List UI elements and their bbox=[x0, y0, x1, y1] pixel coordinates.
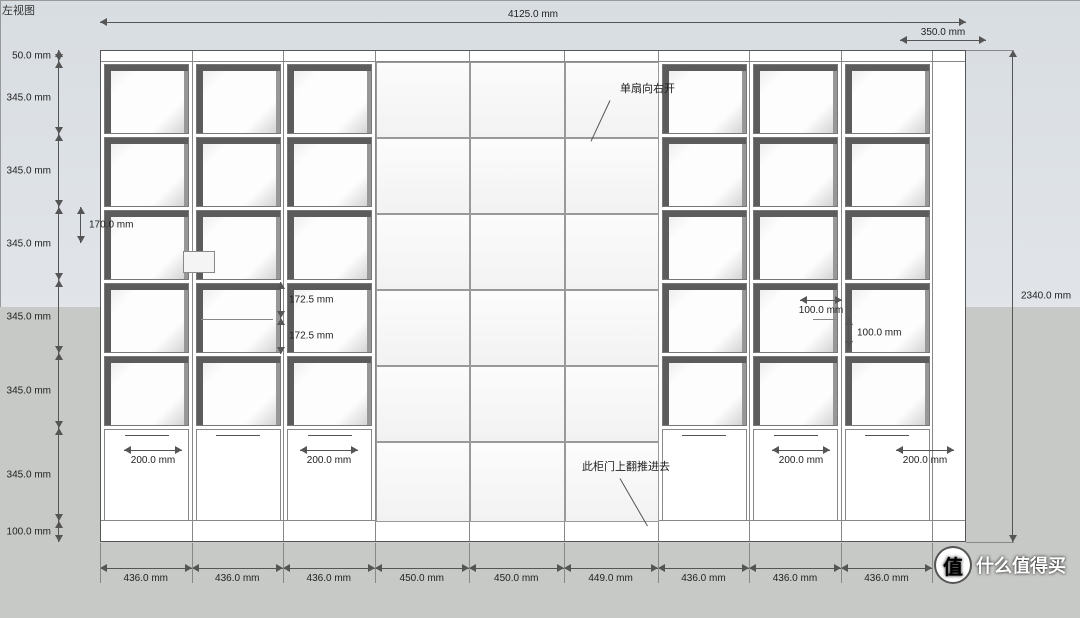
shelf-cell bbox=[753, 283, 838, 353]
shelf-cell bbox=[845, 64, 930, 134]
ext-line bbox=[658, 543, 659, 583]
shelf-cell bbox=[287, 210, 372, 280]
small-shelf-line bbox=[813, 319, 837, 320]
shelf-cell bbox=[845, 283, 930, 353]
drawer bbox=[662, 429, 747, 521]
shelf-cell bbox=[753, 356, 838, 426]
door-panel bbox=[565, 62, 659, 138]
shelf-cell bbox=[287, 137, 372, 207]
shelf-cell bbox=[287, 356, 372, 426]
shelf-cell bbox=[104, 283, 189, 353]
door-panel bbox=[565, 442, 659, 522]
annotation-flip-up-door: 此柜门上翻推进去 bbox=[582, 458, 670, 474]
ext-line bbox=[375, 543, 376, 583]
watermark: 值 什么值得买 bbox=[936, 548, 1066, 582]
cabinet bbox=[100, 50, 966, 542]
shelf-cell bbox=[104, 137, 189, 207]
door-panel bbox=[470, 366, 565, 442]
shelf-cell bbox=[753, 210, 838, 280]
shelf-cell bbox=[104, 64, 189, 134]
door-panel bbox=[470, 214, 565, 290]
door-panel bbox=[376, 138, 471, 214]
ext-line bbox=[564, 543, 565, 583]
shelf-cell bbox=[662, 283, 747, 353]
ext-line bbox=[469, 543, 470, 583]
shelf-cell bbox=[753, 137, 838, 207]
ext-line bbox=[749, 543, 750, 583]
ext-line bbox=[192, 543, 193, 583]
ext-line bbox=[841, 543, 842, 583]
ext-line bbox=[966, 542, 1014, 543]
annotation-door-single-right: 单扇向右开 bbox=[620, 80, 675, 96]
half-shelf-line bbox=[201, 319, 273, 320]
watermark-logo-icon: 值 bbox=[936, 548, 970, 582]
door-panel bbox=[470, 138, 565, 214]
door-panel bbox=[565, 138, 659, 214]
shelf-cell bbox=[662, 64, 747, 134]
shelf-cell bbox=[196, 356, 281, 426]
shelf-cell bbox=[845, 210, 930, 280]
door-panel bbox=[565, 214, 659, 290]
shelf-cell bbox=[753, 64, 838, 134]
shelf-cell bbox=[196, 283, 281, 353]
view-label: 左视图 bbox=[2, 2, 35, 18]
ext-line bbox=[100, 543, 101, 583]
shelf-cell bbox=[662, 356, 747, 426]
shelf-cell bbox=[287, 283, 372, 353]
drawer bbox=[287, 429, 372, 521]
door-panel bbox=[565, 290, 659, 366]
shelf-cell bbox=[196, 64, 281, 134]
ext-line bbox=[283, 543, 284, 583]
drawer bbox=[196, 429, 281, 521]
shelf-cell bbox=[104, 356, 189, 426]
door-panel bbox=[376, 62, 471, 138]
drawer bbox=[753, 429, 838, 521]
drawer bbox=[845, 429, 930, 521]
watermark-text: 什么值得买 bbox=[976, 552, 1066, 578]
shelf-cell bbox=[845, 356, 930, 426]
door-panel bbox=[565, 366, 659, 442]
shelf-cell bbox=[845, 137, 930, 207]
shelf-cell bbox=[104, 210, 189, 280]
door-panel bbox=[376, 366, 471, 442]
shelf-cell bbox=[662, 210, 747, 280]
ext-line bbox=[932, 543, 933, 583]
door-panel bbox=[376, 214, 471, 290]
door-panel bbox=[376, 290, 471, 366]
shelf-cell bbox=[287, 64, 372, 134]
door-panel bbox=[376, 442, 471, 522]
door-panel bbox=[470, 62, 565, 138]
door-panel bbox=[470, 442, 565, 522]
shelf-cell bbox=[196, 137, 281, 207]
shelf-cell bbox=[662, 137, 747, 207]
ext-line bbox=[966, 50, 1014, 51]
door-panel bbox=[470, 290, 565, 366]
placed-object bbox=[183, 251, 215, 273]
drawer bbox=[104, 429, 189, 521]
